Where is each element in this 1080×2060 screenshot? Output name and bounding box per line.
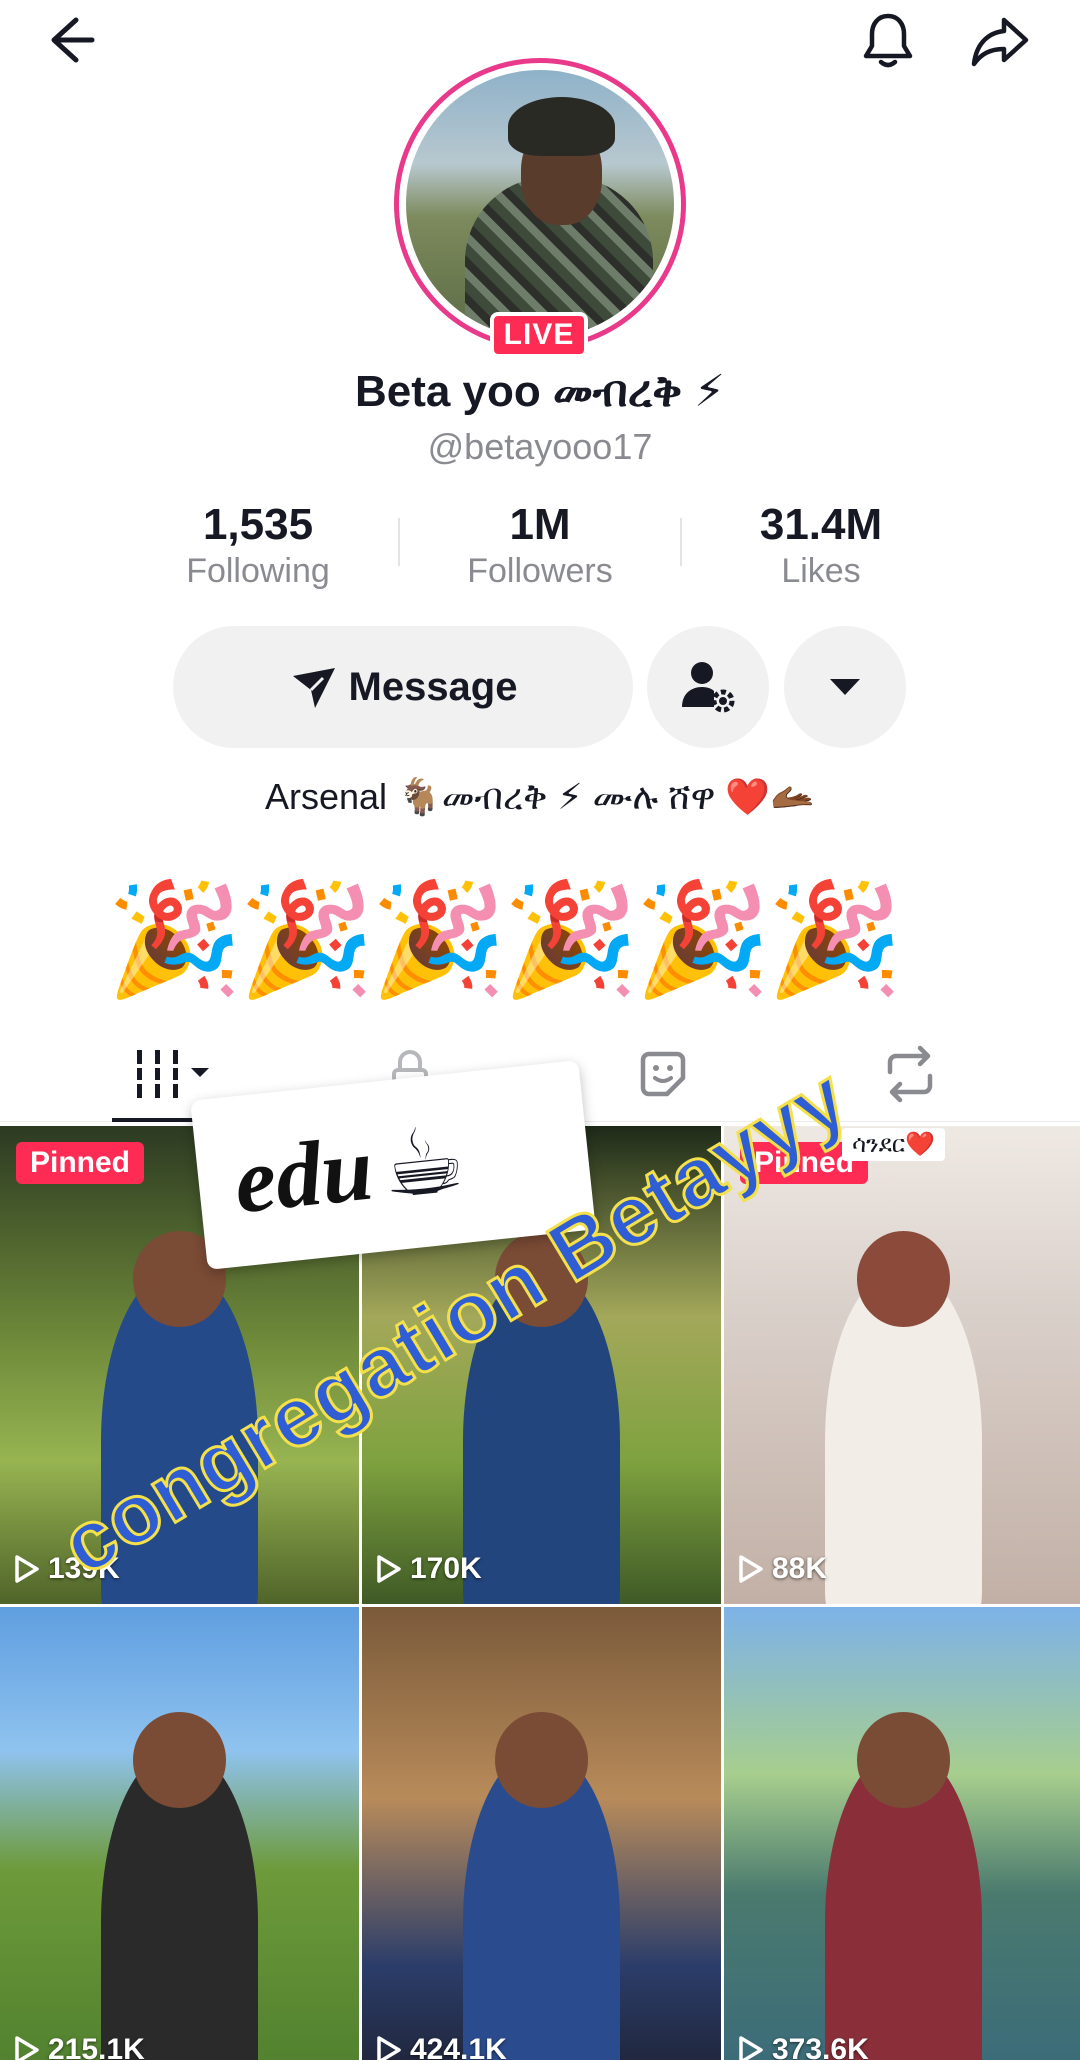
message-label: Message (348, 664, 518, 709)
view-count: 88K (738, 1552, 827, 1586)
view-count-label: 88K (772, 1552, 828, 1585)
pinned-badge: Pinned (16, 1142, 145, 1184)
stat-divider (680, 518, 682, 566)
thumbnail-head (132, 1712, 227, 1808)
arrow-left-icon (51, 17, 95, 63)
video-thumbnail[interactable]: 215.1K (0, 1607, 359, 2060)
coffee-cup-emoji: ☕ (376, 1107, 470, 1218)
tab-liked[interactable] (593, 1026, 733, 1122)
thumbnail-head (856, 1712, 951, 1808)
message-button[interactable]: Message (173, 626, 633, 748)
live-badge[interactable]: LIVE (490, 312, 588, 358)
play-icon (15, 1555, 39, 1583)
following-label: Following (186, 552, 330, 590)
play-icon (377, 2036, 401, 2060)
share-arrow-icon (971, 17, 1029, 67)
profile-stats: 1,535 Following 1M Followers 31.4M Likes (0, 500, 1080, 600)
profile-avatar-ring[interactable] (394, 58, 686, 350)
likes-stat[interactable]: 31.4M Likes (706, 500, 936, 591)
notifications-button[interactable] (848, 0, 928, 80)
sticker-icon (640, 1051, 686, 1097)
user-settings-button[interactable] (647, 626, 769, 748)
video-thumbnail[interactable]: 424.1K (362, 1607, 721, 2060)
grid-icon (133, 1050, 209, 1098)
send-icon (292, 668, 335, 708)
view-count: 170K (376, 1552, 482, 1586)
likes-count: 31.4M (759, 500, 883, 549)
caret-down-icon (830, 679, 860, 695)
party-popper-emoji: 🎉 (502, 878, 639, 1001)
sticker-text: edu (229, 1116, 378, 1233)
user-settings-icon (682, 662, 735, 713)
celebration-emoji-row: 🎉 🎉 🎉 🎉 🎉 🎉 (106, 870, 906, 1010)
back-button[interactable] (34, 0, 114, 80)
bio-text: Arsenal 🐐መብረቅ ⚡ ሙሉ ሸዋ ❤️🫴🏾 (264, 776, 816, 817)
following-count: 1,535 (202, 500, 314, 549)
share-button[interactable] (960, 0, 1040, 80)
view-count: 424.1K (376, 2033, 507, 2060)
avatar (406, 70, 674, 338)
party-popper-emoji: 🎉 (106, 878, 243, 1001)
view-count: 373.6K (738, 2033, 869, 2060)
party-popper-emoji: 🎉 (238, 878, 375, 1001)
video-thumbnail[interactable]: 373.6K (724, 1607, 1080, 2060)
display-name: Beta yoo መብረቅ ⚡ (354, 367, 726, 416)
play-icon (739, 1555, 763, 1583)
followers-stat[interactable]: 1M Followers (425, 500, 655, 591)
thumbnail-head (856, 1231, 951, 1327)
party-popper-emoji: 🎉 (370, 878, 507, 1001)
followers-count: 1M (509, 500, 571, 549)
view-count-label: 215.1K (48, 2033, 145, 2060)
video-thumbnail[interactable]: Pinned 88K (724, 1126, 1080, 1604)
party-popper-emoji: 🎉 (634, 878, 771, 1001)
party-popper-emoji: 🎉 (766, 878, 903, 1001)
view-count-label: 170K (410, 1552, 482, 1585)
username-handle: @betayooo17 (427, 426, 653, 467)
play-icon (739, 2036, 763, 2060)
play-icon (377, 1555, 401, 1583)
more-options-button[interactable] (784, 626, 906, 748)
followers-label: Followers (467, 552, 613, 590)
view-count-label: 373.6K (772, 2033, 869, 2060)
view-count-label: 424.1K (410, 2033, 507, 2060)
stat-divider (398, 518, 400, 566)
thumbnail-head (494, 1712, 589, 1808)
bell-icon (863, 13, 913, 68)
view-count: 215.1K (14, 2033, 145, 2060)
likes-label: Likes (781, 552, 861, 590)
avatar-hat (507, 96, 616, 156)
play-icon (15, 2036, 39, 2060)
following-stat[interactable]: 1,535 Following (143, 500, 373, 591)
